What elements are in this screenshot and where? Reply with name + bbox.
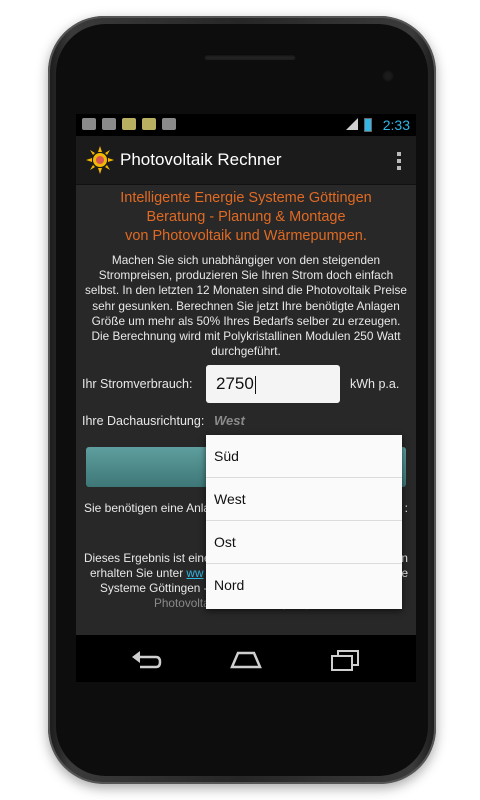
result-text-end: : xyxy=(404,501,408,515)
battery-icon xyxy=(364,118,372,132)
consumption-label: Ihr Stromverbrauch: xyxy=(82,377,193,391)
notes-icon xyxy=(122,118,136,130)
footer-line-2-start: erhalten Sie unter ww xyxy=(90,566,203,581)
footer-line-1-start: Dieses Ergebnis ist eine xyxy=(84,551,211,565)
option-west[interactable]: West xyxy=(206,478,402,521)
consumption-input[interactable]: 2750 xyxy=(206,365,340,403)
front-camera xyxy=(382,70,394,82)
headline-line-1: Intelligente Energie Systeme Göttingen xyxy=(120,190,372,206)
overflow-menu-icon[interactable] xyxy=(396,150,402,170)
notification-icon xyxy=(82,118,96,130)
status-time: 2:33 xyxy=(382,117,410,133)
headline: Intelligente Energie Systeme Göttingen B… xyxy=(82,189,410,246)
website-link[interactable]: ww xyxy=(186,566,203,580)
navigation-bar xyxy=(76,635,416,682)
sun-icon[interactable] xyxy=(86,146,114,174)
footer-line-2-text: erhalten Sie unter xyxy=(90,566,184,580)
android-icon xyxy=(162,118,176,130)
option-sued[interactable]: Süd xyxy=(206,435,402,478)
headline-line-3: von Photovoltaik und Wärmepumpen. xyxy=(125,228,367,244)
footer-line-2-end: e xyxy=(401,566,408,580)
back-icon[interactable] xyxy=(128,647,164,671)
orientation-dropdown: Süd West Ost Nord xyxy=(206,435,402,609)
result-text-start: Sie benötigen eine Anla xyxy=(84,501,211,515)
description-text: Machen Sie sich unabhängiger von den ste… xyxy=(85,253,407,359)
footer-line-3: Systeme Göttingen - xyxy=(100,581,208,595)
roof-label: Ihre Dachausrichtung: xyxy=(82,414,205,428)
screen: 2:33 Photovoltaik Rechner Intelligente E… xyxy=(76,114,416,682)
signal-icon xyxy=(346,118,358,130)
status-bar: 2:33 xyxy=(76,114,416,136)
option-nord[interactable]: Nord xyxy=(206,564,402,607)
option-ost[interactable]: Ost xyxy=(206,521,402,564)
app-title: Photovoltaik Rechner xyxy=(120,150,282,169)
headline-line-2: Beratung - Planung & Montage xyxy=(146,209,346,225)
action-bar: Photovoltaik Rechner xyxy=(76,136,416,185)
roof-spinner[interactable]: West xyxy=(214,413,245,428)
consumption-unit: kWh p.a. xyxy=(350,377,400,391)
notes-icon-2 xyxy=(142,118,156,130)
speaker-grille xyxy=(204,54,296,60)
home-icon[interactable] xyxy=(228,647,264,671)
image-icon xyxy=(102,118,116,130)
recent-apps-icon[interactable] xyxy=(328,647,364,671)
consumption-value: 2750 xyxy=(216,374,254,393)
